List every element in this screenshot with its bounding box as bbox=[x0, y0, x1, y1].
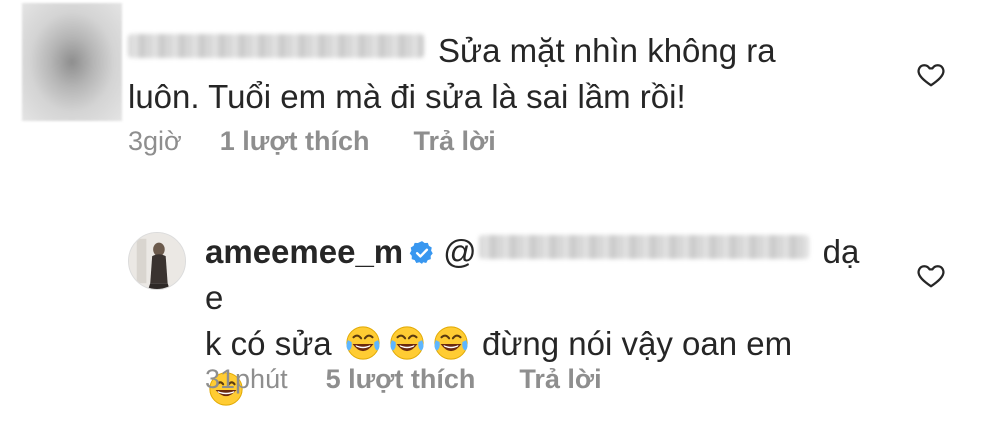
tears-of-joy-emoji-icon bbox=[344, 324, 382, 362]
tears-of-joy-emoji-icon bbox=[388, 324, 426, 362]
tears-of-joy-emoji-icon bbox=[432, 324, 470, 362]
reply-button[interactable]: Trả lời bbox=[519, 364, 601, 395]
comment-meta: 3giờ 1 lượt thích Trả lời bbox=[128, 126, 496, 157]
avatar[interactable] bbox=[128, 232, 186, 290]
likes-count[interactable]: 5 lượt thích bbox=[326, 364, 476, 395]
heart-icon[interactable] bbox=[916, 59, 946, 89]
username[interactable]: ameemee_m bbox=[205, 233, 403, 270]
comment: ameemee_m @ dạ e k có sửa đừng nói vậy oa… bbox=[0, 218, 998, 429]
comment-time: 3giờ bbox=[128, 126, 182, 156]
blurred-mention[interactable] bbox=[478, 235, 809, 259]
verified-badge-icon bbox=[409, 240, 435, 266]
comment-text-line2: luôn. Tuổi em mà đi sửa là sai lầm rồi! bbox=[128, 78, 686, 115]
comment-meta: 31phút 5 lượt thích Trả lời bbox=[205, 364, 602, 395]
comment-text-part2b: đừng nói vậy oan em bbox=[481, 325, 793, 362]
likes-count[interactable]: 1 lượt thích bbox=[220, 126, 370, 157]
blurred-username[interactable] bbox=[128, 34, 424, 58]
comment-time: 31phút bbox=[205, 364, 288, 394]
comment-text: Sửa mặt nhìn không ra luôn. Tuổi em mà đ… bbox=[128, 28, 888, 120]
reply-button[interactable]: Trả lời bbox=[414, 126, 496, 157]
mention-prefix[interactable]: @ bbox=[443, 233, 477, 270]
avatar[interactable] bbox=[22, 3, 122, 121]
comment: Sửa mặt nhìn không ra luôn. Tuổi em mà đ… bbox=[0, 0, 998, 200]
comment-text-line1: Sửa mặt nhìn không ra bbox=[438, 32, 776, 69]
heart-icon[interactable] bbox=[916, 260, 946, 290]
comment-text-part2a: k có sửa bbox=[205, 325, 332, 362]
